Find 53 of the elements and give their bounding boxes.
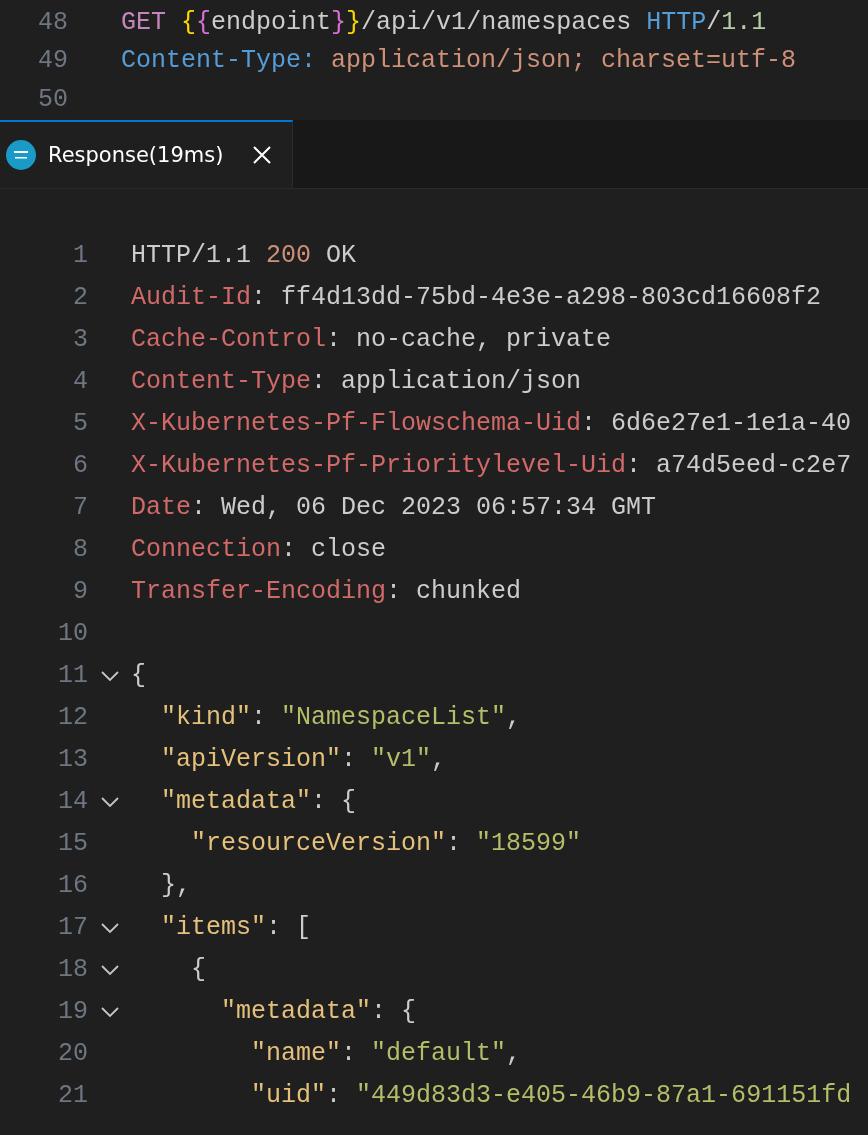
line-number: 48	[37, 7, 68, 37]
rest-client-icon	[6, 139, 36, 170]
line-number: 21	[57, 1081, 88, 1110]
line-number: 16	[57, 871, 88, 900]
line-number: 49	[37, 46, 68, 76]
line-number: 50	[37, 84, 68, 114]
response-tab[interactable]: Response(19ms)	[0, 119, 293, 188]
line-number: 8	[72, 535, 88, 564]
code-line: Transfer-Encoding: chunked	[131, 577, 522, 606]
chevron-down-icon[interactable]	[99, 963, 120, 976]
code-line: Content-Type: application/json; charset=utf-8	[121, 46, 797, 76]
code-line: "uid": "449d83d3-e405-46b9-87a1-691151fd	[250, 1081, 852, 1110]
line-number: 20	[57, 1039, 88, 1068]
code-line: X-Kubernetes-Pf-Flowschema-Uid: 6d6e27e1-1e1a-40	[131, 409, 852, 438]
line-number: 13	[57, 745, 88, 774]
line-number: 19	[57, 997, 88, 1026]
code-line: X-Kubernetes-Pf-Prioritylevel-Uid: a74d5eed-c2e7	[131, 451, 852, 480]
line-number: 12	[57, 703, 88, 732]
line-number: 15	[57, 829, 88, 858]
code-line: "resourceVersion": "18599"	[190, 829, 582, 858]
line-number: 9	[72, 577, 88, 606]
line-number: 4	[72, 367, 88, 396]
code-line: "metadata": {	[160, 787, 357, 816]
chevron-down-icon[interactable]	[99, 669, 120, 682]
line-number: 10	[57, 619, 88, 648]
code-line: {	[131, 661, 146, 690]
code-line: Date: Wed, 06 Dec 2023 06:57:34 GMT	[131, 493, 657, 522]
chevron-down-icon[interactable]	[99, 1005, 120, 1018]
code-line: "metadata": {	[220, 997, 417, 1026]
line-number: 11	[57, 661, 88, 690]
line-number: 2	[72, 283, 88, 312]
line-number: 6	[72, 451, 88, 480]
code-line: "items": [	[160, 913, 312, 942]
line-number: 18	[57, 955, 88, 984]
line-number: 14	[57, 787, 88, 816]
code-line: HTTP/1.1 200 OK	[131, 241, 357, 270]
code-line: Connection: close	[131, 535, 387, 564]
line-number: 5	[72, 409, 88, 438]
code-line: Audit-Id: ff4d13dd-75bd-4e3e-a298-803cd16608f2	[131, 283, 822, 312]
code-line: },	[160, 871, 191, 900]
code-line: GET {{endpoint}}/api/v1/namespaces HTTP/1.1	[121, 7, 767, 37]
line-number: 17	[57, 913, 88, 942]
code-line: {	[190, 955, 206, 984]
chevron-down-icon[interactable]	[99, 921, 120, 934]
line-number: 7	[72, 493, 88, 522]
chevron-down-icon[interactable]	[99, 795, 120, 808]
line-number: 3	[72, 325, 88, 354]
code-line: Cache-Control: no-cache, private	[131, 325, 612, 354]
line-number: 1	[72, 241, 88, 270]
code-line: "apiVersion": "v1",	[160, 745, 447, 774]
code-line: "kind": "NamespaceList",	[160, 703, 522, 732]
code-line: Content-Type: application/json	[131, 367, 582, 396]
code-line: "name": "default",	[250, 1039, 522, 1068]
